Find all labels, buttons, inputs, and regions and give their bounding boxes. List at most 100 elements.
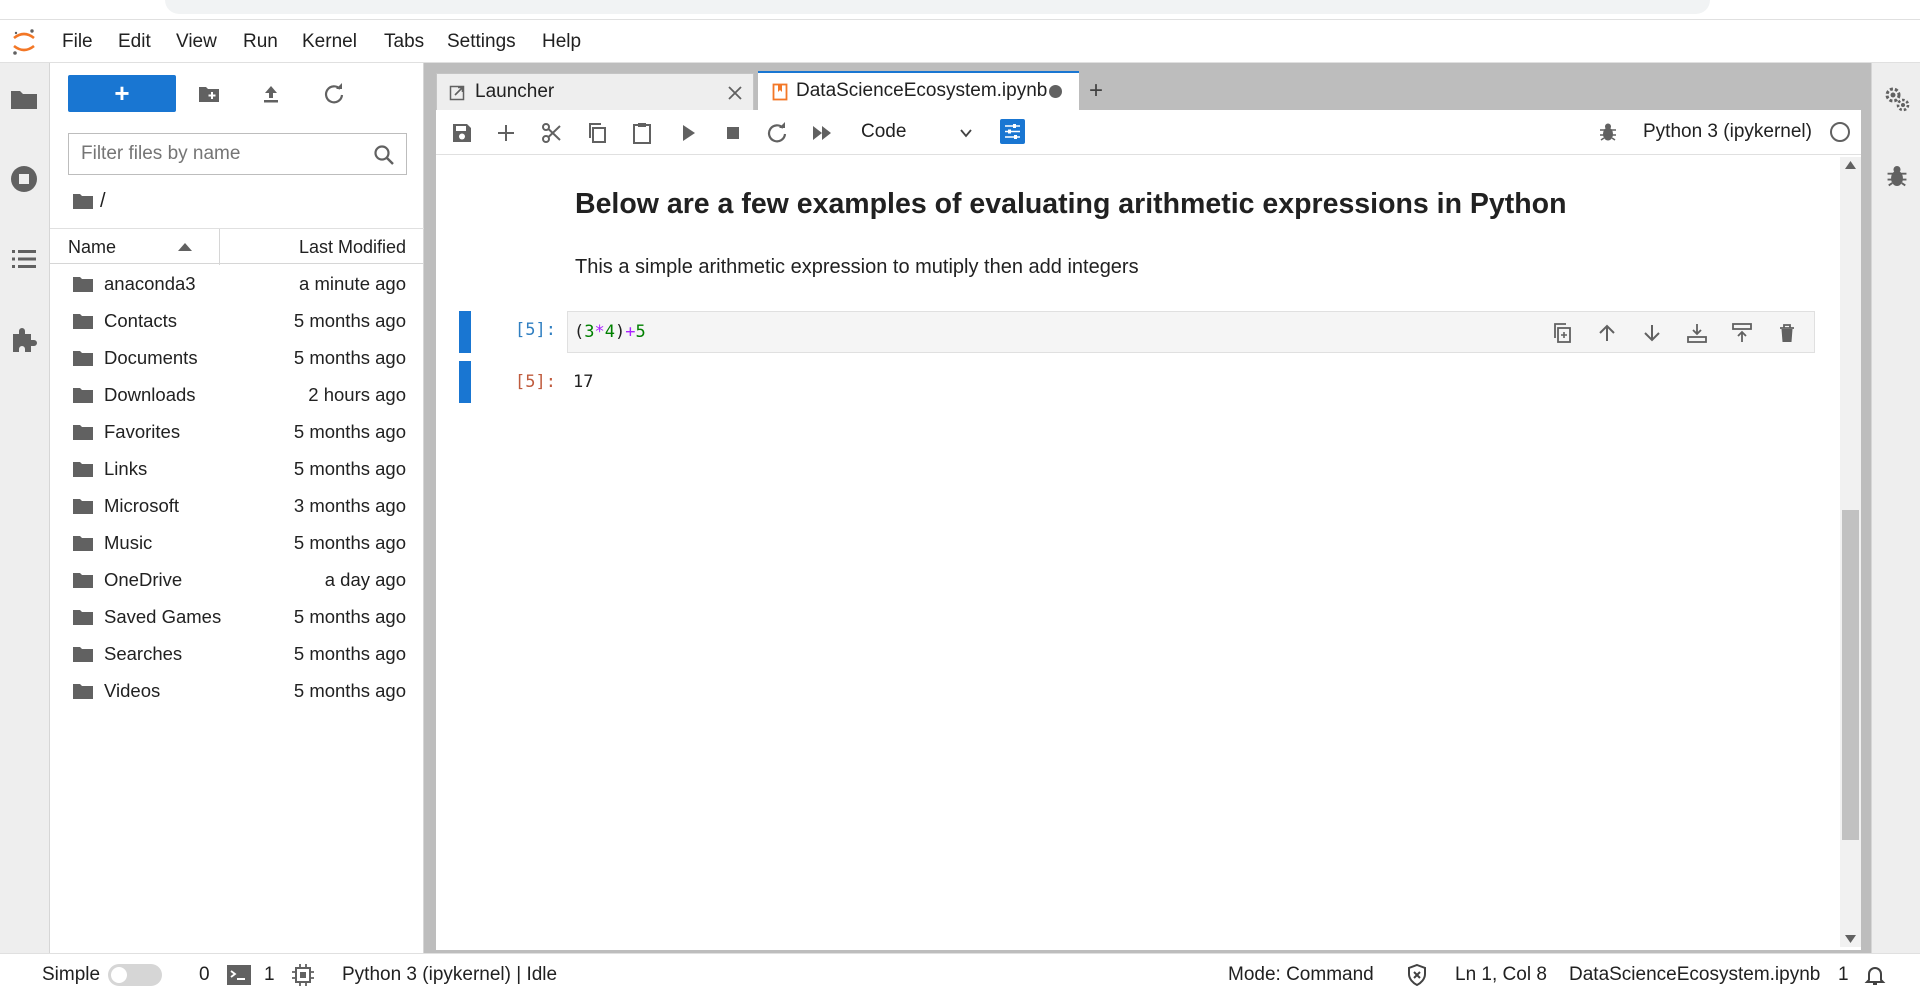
column-divider[interactable]	[219, 229, 220, 265]
copy-icon[interactable]	[585, 121, 609, 145]
move-up-icon[interactable]	[1595, 321, 1619, 345]
scroll-up-icon[interactable]	[1845, 161, 1856, 169]
folder-icon	[73, 425, 93, 440]
run-icon[interactable]	[676, 121, 700, 145]
stop-icon[interactable]	[721, 121, 745, 145]
scroll-down-icon[interactable]	[1845, 935, 1856, 943]
menu-tabs[interactable]: Tabs	[380, 21, 428, 63]
code-source[interactable]: (3*4)+5	[574, 312, 646, 352]
right-activity-bar	[1871, 63, 1920, 953]
file-list-item[interactable]: Microsoft 3 months ago	[50, 487, 424, 524]
fast-forward-icon[interactable]	[810, 121, 834, 145]
cell-type-select[interactable]: Code	[861, 116, 981, 148]
folder-icon[interactable]	[8, 83, 40, 115]
launcher-icon	[449, 85, 465, 101]
property-inspector-icon[interactable]	[1883, 85, 1911, 113]
file-modified: 5 months ago	[293, 532, 406, 553]
running-icon[interactable]	[8, 163, 40, 195]
cursor-position[interactable]: Ln 1, Col 8	[1455, 954, 1547, 995]
scrollbar-thumb[interactable]	[1842, 510, 1859, 840]
menu-kernel[interactable]: Kernel	[298, 21, 361, 63]
file-list-item[interactable]: Contacts 5 months ago	[50, 302, 424, 339]
address-bar[interactable]	[165, 0, 1710, 14]
shield-icon[interactable]	[1406, 964, 1428, 986]
terminal-icon[interactable]	[227, 965, 251, 985]
folder-icon	[73, 647, 93, 662]
extension-icon[interactable]	[8, 323, 40, 355]
terminals-count[interactable]: 0	[199, 954, 210, 995]
file-name: Searches	[104, 643, 183, 664]
restart-icon[interactable]	[765, 121, 789, 145]
kernel-chip-icon[interactable]	[291, 963, 315, 987]
menu-settings[interactable]: Settings	[443, 21, 520, 63]
unsaved-indicator-icon[interactable]	[1049, 85, 1062, 98]
tab-launcher-label: Launcher	[475, 81, 555, 102]
input-collapser[interactable]	[459, 311, 471, 353]
toggle-knob	[111, 967, 127, 983]
file-list-item[interactable]: anaconda3 a minute ago	[50, 265, 424, 302]
close-icon[interactable]	[727, 85, 743, 101]
code-operator-token: +	[625, 322, 636, 342]
kernel-name-button[interactable]: Python 3 (ipykernel)	[1643, 116, 1812, 148]
code-operator-token: *	[594, 322, 605, 342]
file-list-item[interactable]: Videos 5 months ago	[50, 672, 424, 709]
bug-icon[interactable]	[1597, 121, 1619, 143]
upload-icon[interactable]	[259, 82, 283, 106]
file-list-item[interactable]: Documents 5 months ago	[50, 339, 424, 376]
file-list-item[interactable]: Saved Games 5 months ago	[50, 598, 424, 635]
refresh-icon[interactable]	[322, 82, 346, 106]
column-name-header[interactable]: Name	[68, 229, 116, 265]
menu-view[interactable]: View	[172, 21, 221, 63]
file-list-item[interactable]: Links 5 months ago	[50, 450, 424, 487]
output-collapser[interactable]	[459, 361, 471, 403]
delete-cell-icon[interactable]	[1775, 321, 1799, 345]
kernel-status-text[interactable]: Python 3 (ipykernel) | Idle	[342, 954, 557, 995]
insert-above-icon[interactable]	[1730, 321, 1754, 345]
file-name: Downloads	[104, 384, 196, 405]
cell-output: 17	[573, 372, 594, 392]
new-tab-button[interactable]: +	[1083, 73, 1113, 109]
simple-mode-toggle[interactable]	[108, 964, 162, 986]
menu-edit[interactable]: Edit	[114, 21, 155, 63]
duplicate-cell-icon[interactable]	[1550, 321, 1574, 345]
cut-icon[interactable]	[540, 121, 564, 145]
paste-icon[interactable]	[630, 121, 654, 145]
input-prompt: [5]:	[515, 320, 556, 340]
file-list-item[interactable]: Downloads 2 hours ago	[50, 376, 424, 413]
menu-file[interactable]: File	[58, 21, 97, 63]
insert-below-icon[interactable]	[1685, 321, 1709, 345]
column-modified-header[interactable]: Last Modified	[299, 229, 406, 265]
code-editor[interactable]: (3*4)+5	[567, 311, 1815, 353]
file-modified: a day ago	[324, 569, 406, 590]
property-inspector-button[interactable]	[1000, 119, 1025, 144]
toc-icon[interactable]	[8, 243, 40, 275]
file-modified: 5 months ago	[293, 680, 406, 701]
home-folder-icon[interactable]	[72, 192, 94, 210]
mode-indicator: Mode: Command	[1228, 964, 1374, 985]
menu-run[interactable]: Run	[239, 21, 282, 63]
save-icon[interactable]	[450, 121, 474, 145]
file-name: Favorites	[104, 421, 181, 442]
debugger-icon[interactable]	[1884, 163, 1910, 189]
file-list-item[interactable]: OneDrive a day ago	[50, 561, 424, 598]
filter-files-input[interactable]	[81, 142, 361, 166]
kernels-count[interactable]: 1	[264, 954, 275, 995]
move-down-icon[interactable]	[1640, 321, 1664, 345]
filter-files-field[interactable]	[68, 133, 407, 175]
add-cell-icon[interactable]	[494, 121, 518, 145]
notification-count: 1	[1838, 964, 1849, 985]
file-list-item[interactable]: Searches 5 months ago	[50, 635, 424, 672]
file-list-item[interactable]: Favorites 5 months ago	[50, 413, 424, 450]
new-folder-icon[interactable]	[197, 82, 221, 106]
tab-launcher[interactable]: Launcher	[436, 73, 754, 110]
code-number-token: 4	[604, 322, 615, 342]
new-launcher-button[interactable]: +	[68, 75, 176, 112]
breadcrumb-root[interactable]: /	[100, 188, 106, 214]
tab-notebook[interactable]: DataScienceEcosystem.ipynb	[758, 71, 1079, 111]
file-name: anaconda3	[104, 273, 196, 294]
menu-help[interactable]: Help	[538, 21, 585, 63]
sliders-icon	[1005, 124, 1020, 139]
bell-icon[interactable]	[1863, 963, 1887, 987]
search-icon[interactable]	[373, 144, 395, 166]
file-list-item[interactable]: Music 5 months ago	[50, 524, 424, 561]
